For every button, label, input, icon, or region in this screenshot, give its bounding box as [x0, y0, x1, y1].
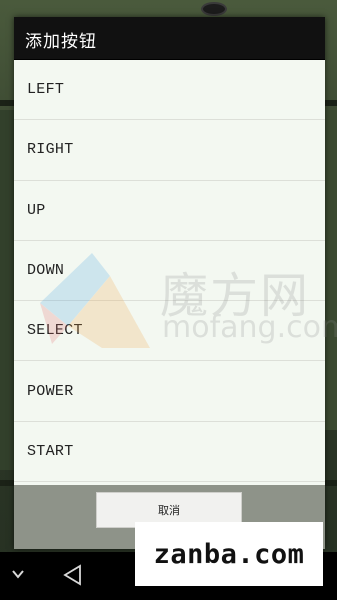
back-icon[interactable] — [62, 564, 84, 586]
option-label: POWER — [27, 382, 74, 400]
background-control-panel — [325, 110, 337, 430]
option-power[interactable]: POWER — [14, 361, 325, 422]
option-select[interactable]: SELECT — [14, 301, 325, 362]
chevron-down-icon[interactable] — [10, 566, 26, 582]
button-option-list: LEFT RIGHT UP DOWN SELECT POWER START — [14, 60, 325, 483]
dialog-header: 添加按钮 — [14, 17, 325, 60]
option-down[interactable]: DOWN — [14, 241, 325, 302]
zanba-watermark-badge: zanba.com — [135, 522, 323, 586]
option-label: SELECT — [27, 322, 83, 340]
option-label: UP — [27, 201, 46, 219]
option-right[interactable]: RIGHT — [14, 120, 325, 181]
option-label: RIGHT — [27, 141, 74, 159]
corner-badge-text: zanba.com — [153, 538, 305, 570]
option-start[interactable]: START — [14, 422, 325, 483]
background-control-panel — [0, 110, 14, 470]
option-label: START — [27, 442, 74, 460]
background-button — [201, 2, 227, 16]
option-label: LEFT — [27, 81, 65, 99]
dialog-title: 添加按钮 — [25, 32, 97, 52]
add-button-dialog: 添加按钮 LEFT RIGHT UP DOWN SELECT POWER STA… — [14, 17, 325, 549]
option-up[interactable]: UP — [14, 181, 325, 241]
option-label: DOWN — [27, 262, 65, 280]
option-left[interactable]: LEFT — [14, 60, 325, 121]
